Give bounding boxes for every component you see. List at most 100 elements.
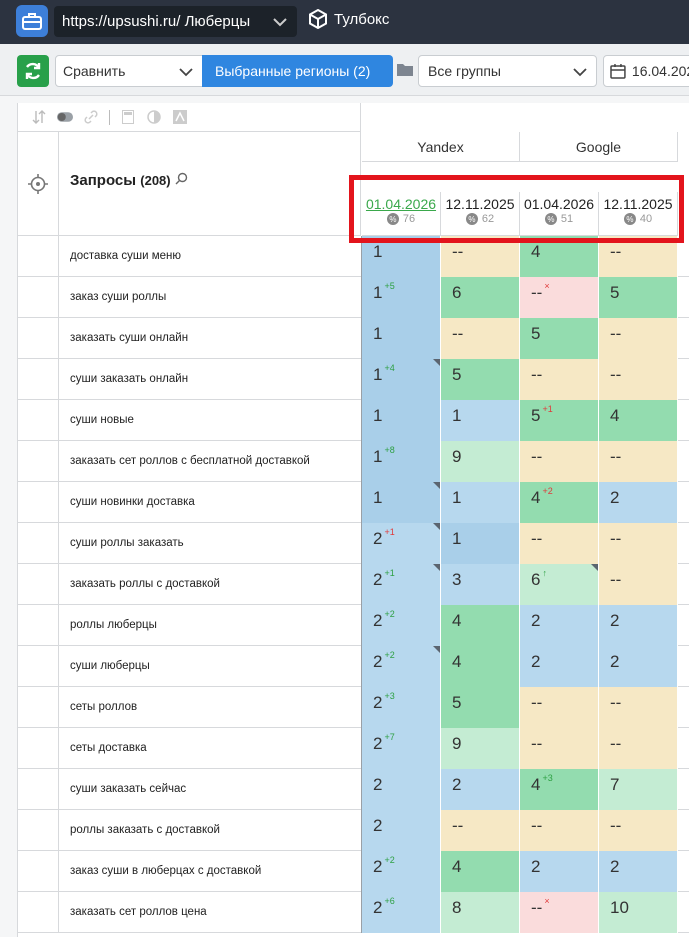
query-text[interactable]: заказать суши онлайн	[70, 318, 310, 359]
position-cell[interactable]: 4	[441, 646, 520, 687]
position-cell[interactable]: 2 +6	[362, 892, 441, 933]
table-row[interactable]: роллы заказать с доставкой 2 -- -- --	[18, 810, 689, 851]
position-cell[interactable]: 1	[441, 400, 520, 441]
select-all-cell[interactable]	[18, 132, 59, 236]
position-cell[interactable]: 6 ↑	[520, 564, 599, 605]
row-select-cell[interactable]	[18, 400, 59, 441]
position-cell[interactable]: --	[599, 441, 678, 482]
query-text[interactable]: заказать сет роллов цена	[70, 892, 310, 933]
table-row[interactable]: заказ суши роллы 1 +5 6 -- × 5	[18, 277, 689, 318]
position-cell[interactable]: 1	[441, 523, 520, 564]
position-cell[interactable]: --	[599, 564, 678, 605]
table-row[interactable]: суши заказать сейчас 2 2 4 +3 7	[18, 769, 689, 810]
query-text[interactable]: заказать роллы с доставкой	[70, 564, 310, 605]
position-cell[interactable]: --	[520, 523, 599, 564]
query-text[interactable]: суши новые	[70, 400, 310, 441]
position-cell[interactable]: --	[520, 359, 599, 400]
query-text[interactable]: суши люберцы	[70, 646, 310, 687]
row-select-cell[interactable]	[18, 441, 59, 482]
position-cell[interactable]: 2	[362, 769, 441, 810]
position-cell[interactable]: 5	[441, 359, 520, 400]
position-cell[interactable]: --	[441, 318, 520, 359]
position-cell[interactable]: 5	[520, 318, 599, 359]
position-cell[interactable]: 2 +1	[362, 523, 441, 564]
position-cell[interactable]: 2 +7	[362, 728, 441, 769]
position-cell[interactable]: 1	[362, 400, 441, 441]
query-text[interactable]: суши роллы заказать	[70, 523, 310, 564]
query-text[interactable]: заказ суши в люберцах с доставкой	[70, 851, 310, 892]
table-row[interactable]: заказать суши онлайн 1 -- 5 --	[18, 318, 689, 359]
query-text[interactable]: роллы заказать с доставкой	[70, 810, 310, 851]
row-select-cell[interactable]	[18, 646, 59, 687]
position-cell[interactable]: 2	[520, 605, 599, 646]
position-cell[interactable]: --	[599, 728, 678, 769]
query-text[interactable]: сеты доставка	[70, 728, 310, 769]
position-cell[interactable]: 2	[441, 769, 520, 810]
position-cell[interactable]: 2	[520, 851, 599, 892]
position-cell[interactable]: 10	[599, 892, 678, 933]
position-cell[interactable]: --	[520, 687, 599, 728]
table-row[interactable]: заказать сет роллов с бесплатной доставк…	[18, 441, 689, 482]
date-picker[interactable]: 16.04.2026	[603, 55, 689, 87]
sort-icon[interactable]	[31, 109, 47, 125]
position-cell[interactable]: 2	[599, 482, 678, 523]
row-select-cell[interactable]	[18, 892, 59, 933]
position-cell[interactable]: 2 +2	[362, 605, 441, 646]
position-cell[interactable]: 2	[599, 605, 678, 646]
position-cell[interactable]: --	[441, 810, 520, 851]
folder-icon[interactable]	[396, 62, 414, 77]
table-row[interactable]: суши люберцы 2 +2 4 2 2	[18, 646, 689, 687]
row-select-cell[interactable]	[18, 318, 59, 359]
position-cell[interactable]: --	[520, 441, 599, 482]
table-row[interactable]: заказать сет роллов цена 2 +6 8 -- × 10	[18, 892, 689, 933]
position-cell[interactable]: 9	[441, 441, 520, 482]
position-cell[interactable]: 4	[441, 605, 520, 646]
row-select-cell[interactable]	[18, 277, 59, 318]
query-text[interactable]: роллы люберцы	[70, 605, 310, 646]
position-cell[interactable]: 1 +4	[362, 359, 441, 400]
position-cell[interactable]: 6	[441, 277, 520, 318]
position-cell[interactable]: 4	[441, 851, 520, 892]
position-cell[interactable]: 2	[520, 646, 599, 687]
row-select-cell[interactable]	[18, 359, 59, 400]
position-cell[interactable]: --	[599, 523, 678, 564]
position-cell[interactable]: 9	[441, 728, 520, 769]
position-cell[interactable]: --	[599, 359, 678, 400]
link-icon[interactable]	[83, 109, 99, 125]
row-select-cell[interactable]	[18, 523, 59, 564]
contrast-icon[interactable]	[146, 109, 162, 125]
query-text[interactable]: доставка суши меню	[70, 236, 310, 277]
position-cell[interactable]: -- ×	[520, 277, 599, 318]
table-row[interactable]: суши новые 1 1 5 +1 4	[18, 400, 689, 441]
row-select-cell[interactable]	[18, 851, 59, 892]
table-row[interactable]: заказать роллы с доставкой 2 +1 3 6 ↑ --	[18, 564, 689, 605]
text-format-icon[interactable]	[172, 109, 188, 125]
position-cell[interactable]: 4 +2	[520, 482, 599, 523]
position-cell[interactable]: 3	[441, 564, 520, 605]
briefcase-icon[interactable]	[16, 5, 48, 37]
table-row[interactable]: суши заказать онлайн 1 +4 5 -- --	[18, 359, 689, 400]
position-cell[interactable]: --	[520, 810, 599, 851]
position-cell[interactable]: 4 +3	[520, 769, 599, 810]
position-cell[interactable]: --	[599, 318, 678, 359]
position-cell[interactable]: 2	[362, 810, 441, 851]
position-cell[interactable]: 2 +2	[362, 851, 441, 892]
position-cell[interactable]: 2	[599, 646, 678, 687]
row-select-cell[interactable]	[18, 728, 59, 769]
selected-regions-button[interactable]: Выбранные регионы (2)	[202, 55, 393, 87]
position-cell[interactable]: 2 +2	[362, 646, 441, 687]
groups-select[interactable]: Все группы	[418, 55, 597, 87]
row-select-cell[interactable]	[18, 482, 59, 523]
calculator-icon[interactable]	[120, 109, 136, 125]
table-row[interactable]: заказ суши в люберцах с доставкой 2 +2 4 2 2	[18, 851, 689, 892]
search-icon[interactable]	[175, 172, 188, 185]
position-cell[interactable]: 8	[441, 892, 520, 933]
position-cell[interactable]: 1	[362, 482, 441, 523]
row-select-cell[interactable]	[18, 605, 59, 646]
position-cell[interactable]: 2 +3	[362, 687, 441, 728]
position-cell[interactable]: -- ×	[520, 892, 599, 933]
position-cell[interactable]: --	[520, 728, 599, 769]
position-cell[interactable]: 1 +5	[362, 277, 441, 318]
table-row[interactable]: роллы люберцы 2 +2 4 2 2	[18, 605, 689, 646]
table-row[interactable]: суши новинки доставка 1 1 4 +2 2	[18, 482, 689, 523]
